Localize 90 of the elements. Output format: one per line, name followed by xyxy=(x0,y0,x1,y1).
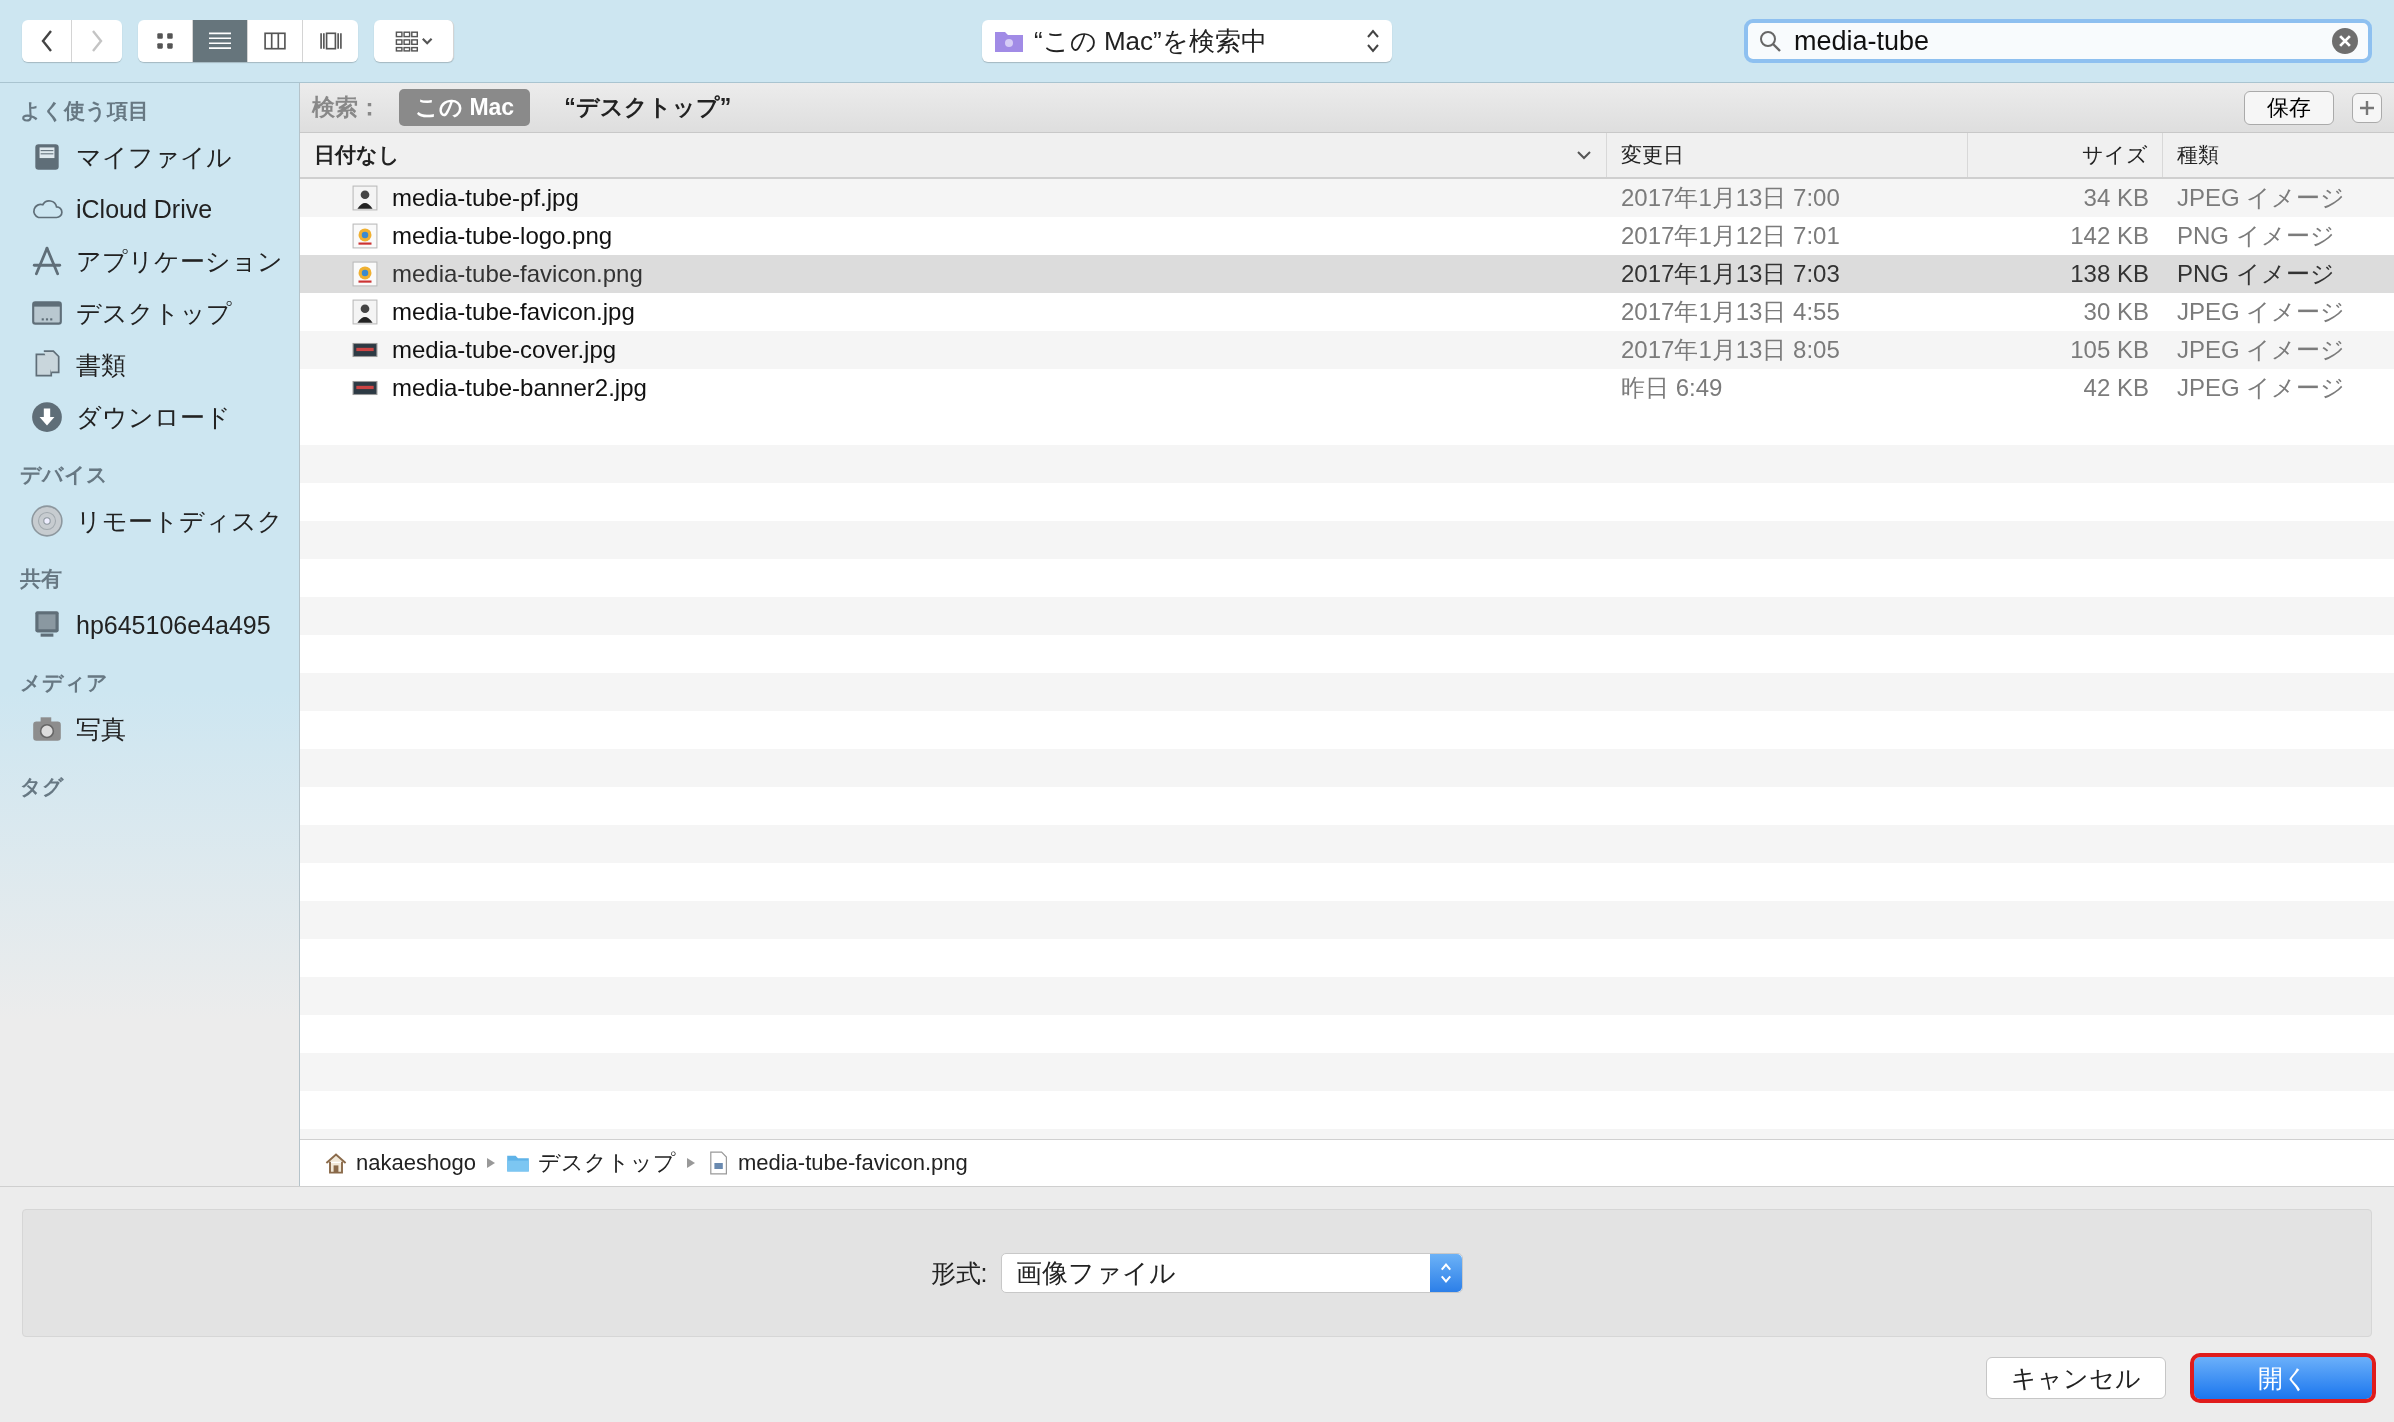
sidebar-item[interactable]: マイファイル xyxy=(0,131,299,183)
back-button[interactable] xyxy=(22,20,72,62)
add-criteria-button[interactable] xyxy=(2352,92,2382,123)
path-item[interactable]: media-tube-favicon.png xyxy=(737,1150,968,1176)
file-size: 138 KB xyxy=(2070,260,2149,288)
path-separator-icon xyxy=(485,1157,496,1169)
gallery-icon xyxy=(319,30,342,52)
file-type: PNG イメージ xyxy=(2177,259,2335,289)
sort-chevron-icon[interactable] xyxy=(1576,150,1592,160)
column-header[interactable]: 日付なし xyxy=(300,133,1607,177)
file-row[interactable]: media-tube-favicon.jpg 2017年1月13日 4:55 30 KB JPEG イメージ xyxy=(300,293,2394,331)
icon-view-button[interactable] xyxy=(138,20,193,62)
file-name: media-tube-favicon.png xyxy=(392,260,643,288)
file-type: JPEG イメージ xyxy=(2177,373,2346,403)
arrange-icon xyxy=(394,30,433,52)
file-name: media-tube-banner2.jpg xyxy=(392,374,647,402)
chevron-right-icon xyxy=(89,28,105,54)
download-icon xyxy=(30,400,64,434)
sidebar-item[interactable]: 書類 xyxy=(0,339,299,391)
modified-date: 昨日 6:49 xyxy=(1621,373,1723,403)
column-view-button[interactable] xyxy=(248,20,303,62)
sidebar-section-title: タグ xyxy=(19,774,65,800)
arrange-button[interactable] xyxy=(374,20,454,62)
file-size: 142 KB xyxy=(2070,222,2149,250)
file-row[interactable]: media-tube-favicon.png 2017年1月13日 7:03 138 KB PNG イメージ xyxy=(300,255,2394,293)
modified-date: 2017年1月13日 8:05 xyxy=(1621,335,1840,365)
plus-icon xyxy=(2359,99,2375,116)
modified-date: 2017年1月13日 7:03 xyxy=(1621,259,1840,289)
up-down-icon xyxy=(1366,28,1380,54)
file-type: PNG イメージ xyxy=(2177,221,2335,251)
path-separator-icon xyxy=(685,1157,696,1169)
column-header[interactable]: 変更日 xyxy=(1607,133,1968,177)
modified-date: 2017年1月13日 7:00 xyxy=(1621,183,1840,213)
list-icon xyxy=(209,30,231,52)
sidebar-section-title: 共有 xyxy=(19,566,63,592)
file-row[interactable]: media-tube-cover.jpg 2017年1月13日 8:05 105 KB JPEG イメージ xyxy=(300,331,2394,369)
folder-icon xyxy=(994,29,1024,53)
sidebar-item[interactable]: iCloud Drive xyxy=(0,183,299,235)
list-view-button[interactable] xyxy=(193,20,248,62)
sidebar-item[interactable]: リモートディスク xyxy=(0,495,299,547)
search-field[interactable]: media-tube xyxy=(1792,24,2322,58)
file-row[interactable]: media-tube-pf.jpg 2017年1月13日 7:00 34 KB JPEG イメージ xyxy=(300,179,2394,217)
path-item[interactable]: nakaeshogo xyxy=(356,1150,476,1176)
search-icon xyxy=(1758,29,1782,53)
sidebar-section-title: デバイス xyxy=(19,462,109,488)
cancel-button[interactable]: キャンセル xyxy=(1986,1357,2166,1399)
sidebar-item[interactable]: ダウンロード xyxy=(0,391,299,443)
file-type: JPEG イメージ xyxy=(2177,297,2346,327)
logo-thumbnail xyxy=(352,261,378,287)
sidebar-item[interactable]: hp645106e4a495 xyxy=(0,599,299,651)
modified-date: 2017年1月13日 4:55 xyxy=(1621,297,1840,327)
disc-icon xyxy=(30,504,64,538)
file-name: media-tube-pf.jpg xyxy=(392,184,579,212)
clear-icon[interactable] xyxy=(2332,28,2358,54)
file-row[interactable]: media-tube-logo.png 2017年1月12日 7:01 142 KB PNG イメージ xyxy=(300,217,2394,255)
sidebar-section-title: よく使う項目 xyxy=(19,98,150,125)
sidebar-item[interactable]: アプリケーション xyxy=(0,235,299,287)
file-size: 42 KB xyxy=(2083,374,2149,402)
file-size: 34 KB xyxy=(2083,184,2149,212)
search-field[interactable]: media-tube xyxy=(1744,19,2372,63)
home-icon xyxy=(324,1151,348,1175)
sidebar-section-title: メディア xyxy=(19,670,109,696)
columns-icon xyxy=(264,30,286,52)
format-label: 形式: xyxy=(930,1257,988,1289)
location-popup[interactable]: “この Mac”を検索中 xyxy=(982,20,1392,62)
gallery-view-button[interactable] xyxy=(303,20,358,62)
sidebar-item[interactable]: 写真 xyxy=(0,703,299,755)
file-row[interactable]: media-tube-banner2.jpg 昨日 6:49 42 KB JPEG イメージ xyxy=(300,369,2394,407)
modified-date: 2017年1月12日 7:01 xyxy=(1621,221,1840,251)
grid-icon xyxy=(154,30,176,52)
file-size: 105 KB xyxy=(2070,336,2149,364)
file-type: JPEG イメージ xyxy=(2177,335,2346,365)
path-item[interactable]: デスクトップ xyxy=(537,1148,676,1178)
save-search-button[interactable]: 保存 xyxy=(2244,90,2334,125)
file-size: 30 KB xyxy=(2083,298,2149,326)
column-header[interactable]: 種類 xyxy=(2163,133,2394,177)
sidebar-item[interactable]: デスクトップ xyxy=(0,287,299,339)
search-scope-button[interactable]: “デスクトップ” xyxy=(548,89,748,126)
column-header[interactable]: サイズ xyxy=(1968,133,2163,177)
format-popup[interactable]: 画像ファイル xyxy=(1001,1253,1464,1293)
portrait-thumbnail xyxy=(352,299,378,325)
apps-icon xyxy=(30,244,64,278)
file-name: media-tube-favicon.jpg xyxy=(392,298,635,326)
up-down-icon xyxy=(1440,1262,1453,1284)
file-type: JPEG イメージ xyxy=(2177,183,2346,213)
portrait-thumbnail xyxy=(352,185,378,211)
search-scope-label: 検索： xyxy=(312,93,381,122)
file-name: media-tube-cover.jpg xyxy=(392,336,617,364)
logo-thumbnail xyxy=(352,223,378,249)
file-name: media-tube-logo.png xyxy=(392,222,613,250)
